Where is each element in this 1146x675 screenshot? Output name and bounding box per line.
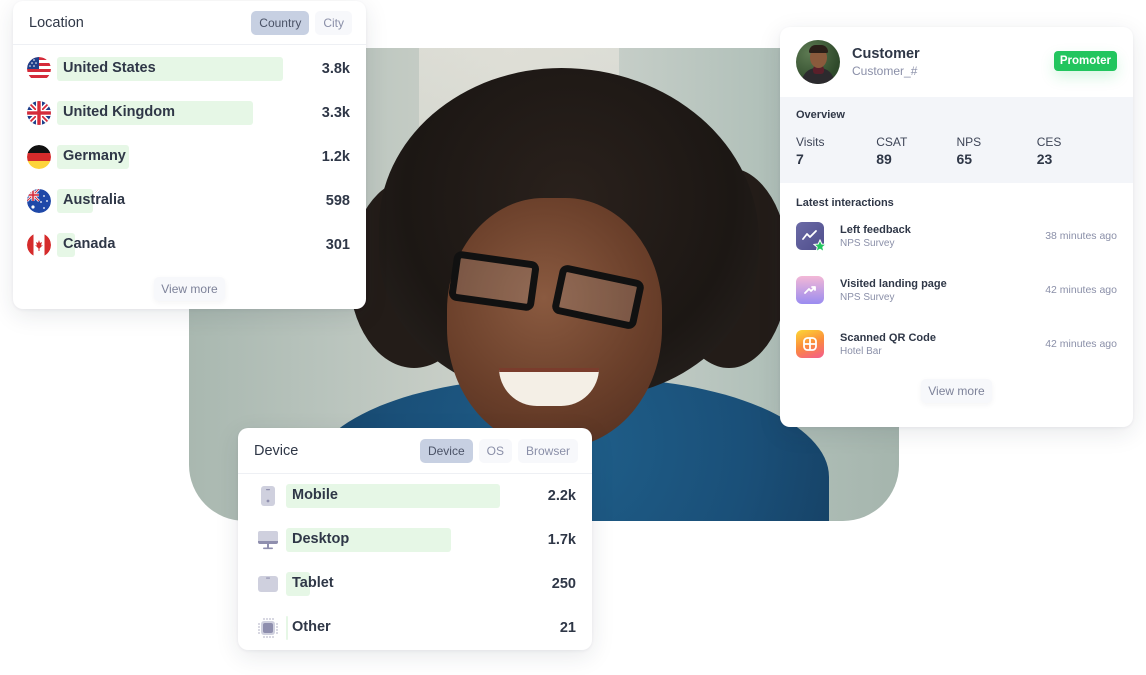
stat-visits: Visits 7 xyxy=(796,135,876,167)
device-count: 2.2k xyxy=(547,488,576,504)
device-row[interactable]: Tablet 250 xyxy=(256,562,576,606)
device-tabs: Device OS Browser xyxy=(419,438,578,463)
device-count: 21 xyxy=(559,620,576,636)
device-title: Device xyxy=(254,442,299,459)
interaction-subtitle: Hotel Bar xyxy=(840,345,882,357)
interaction-title: Scanned QR Code xyxy=(840,331,936,344)
customer-card: Customer Customer_# Promoter Overview Vi… xyxy=(780,27,1133,427)
qr-grid-icon xyxy=(796,330,824,358)
share-bar xyxy=(286,616,288,640)
overview-section: Overview Visits 7 CSAT 89 NPS 65 CES 23 xyxy=(780,97,1133,183)
interactions-view-more-button[interactable]: View more xyxy=(921,379,992,403)
country-count: 3.3k xyxy=(321,105,350,121)
promoter-badge: Promoter xyxy=(1053,51,1117,71)
location-list: United States 3.8k United Kingdom 3.3k G… xyxy=(13,45,366,267)
stat-value: 65 xyxy=(956,151,973,167)
device-name: Tablet xyxy=(292,575,334,591)
interaction-subtitle: NPS Survey xyxy=(840,237,895,249)
country-count: 1.2k xyxy=(321,149,350,165)
latest-interactions-title: Latest interactions xyxy=(796,197,894,209)
device-name: Mobile xyxy=(292,487,338,503)
stat-label: NPS xyxy=(956,135,982,149)
device-name: Other xyxy=(292,619,331,635)
device-card: Device Device OS Browser Mobile 2.2k Des… xyxy=(238,428,592,650)
stat-label: CSAT xyxy=(876,135,908,149)
feedback-chart-star-icon xyxy=(796,222,827,253)
tab-country[interactable]: Country xyxy=(251,10,310,35)
interaction-time: 42 minutes ago xyxy=(1045,284,1117,296)
uk-flag-icon xyxy=(27,101,51,125)
location-card-header: Location Country City xyxy=(13,1,366,45)
latest-interactions-section: Latest interactions Left feedback NPS Su… xyxy=(780,183,1133,371)
stat-nps: NPS 65 xyxy=(957,135,1037,167)
device-row[interactable]: Mobile 2.2k xyxy=(256,474,576,518)
interaction-time: 38 minutes ago xyxy=(1045,230,1117,242)
device-list: Mobile 2.2k Desktop 1.7k Tablet 250 Othe… xyxy=(238,474,592,650)
country-name: Australia xyxy=(63,192,126,208)
country-name: United Kingdom xyxy=(63,104,175,120)
desktop-icon xyxy=(256,528,280,552)
location-view-more-button[interactable]: View more xyxy=(154,277,225,301)
canada-flag-icon xyxy=(27,233,51,257)
stat-value: 23 xyxy=(1036,151,1053,167)
interaction-subtitle: NPS Survey xyxy=(840,291,895,303)
photo-glasses xyxy=(447,250,647,331)
location-tabs: Country City xyxy=(251,10,352,35)
location-row[interactable]: Canada 301 xyxy=(27,223,350,267)
country-count: 598 xyxy=(325,193,350,209)
country-count: 301 xyxy=(325,237,350,253)
interaction-time: 42 minutes ago xyxy=(1045,338,1117,350)
overview-stats: Visits 7 CSAT 89 NPS 65 CES 23 xyxy=(796,135,1117,167)
location-row[interactable]: Germany 1.2k xyxy=(27,135,350,179)
country-name: United States xyxy=(63,60,156,76)
stat-value: 7 xyxy=(796,151,804,167)
tab-device[interactable]: Device xyxy=(419,438,473,463)
trend-up-icon xyxy=(796,276,824,304)
tablet-icon xyxy=(256,572,280,596)
customer-id: Customer_# xyxy=(852,64,918,78)
germany-flag-icon xyxy=(27,145,51,169)
country-name: Germany xyxy=(63,148,126,164)
location-title: Location xyxy=(29,14,84,31)
location-row[interactable]: United States 3.8k xyxy=(27,47,350,91)
interaction-title: Left feedback xyxy=(840,223,911,236)
stat-ces: CES 23 xyxy=(1037,135,1117,167)
tab-city[interactable]: City xyxy=(315,10,352,35)
device-row[interactable]: Other 21 xyxy=(256,606,576,650)
location-row[interactable]: Australia 598 xyxy=(27,179,350,223)
avatar xyxy=(796,40,840,84)
customer-name: Customer xyxy=(852,46,920,62)
stat-label: CES xyxy=(1036,135,1062,149)
interaction-item[interactable]: Scanned QR Code Hotel Bar 42 minutes ago xyxy=(796,317,1117,371)
country-count: 3.8k xyxy=(321,61,350,77)
chip-icon xyxy=(256,616,280,640)
australia-flag-icon xyxy=(27,189,51,213)
device-card-header: Device Device OS Browser xyxy=(238,428,592,474)
device-count: 250 xyxy=(551,576,576,592)
device-name: Desktop xyxy=(292,531,350,547)
device-count: 1.7k xyxy=(547,532,576,548)
location-card: Location Country City United States 3.8k xyxy=(13,1,366,309)
customer-header: Customer Customer_# Promoter xyxy=(780,27,1133,97)
stat-label: Visits xyxy=(796,135,825,149)
interaction-title: Visited landing page xyxy=(840,277,947,290)
interaction-item[interactable]: Visited landing page NPS Survey 42 minut… xyxy=(796,263,1117,317)
interaction-item[interactable]: Left feedback NPS Survey 38 minutes ago xyxy=(796,209,1117,263)
tab-browser[interactable]: Browser xyxy=(517,438,578,463)
us-flag-icon xyxy=(27,57,51,81)
device-row[interactable]: Desktop 1.7k xyxy=(256,518,576,562)
overview-title: Overview xyxy=(796,109,845,121)
stat-value: 89 xyxy=(876,151,892,167)
tab-os[interactable]: OS xyxy=(478,438,512,463)
mobile-icon xyxy=(256,484,280,508)
stat-csat: CSAT 89 xyxy=(876,135,956,167)
location-row[interactable]: United Kingdom 3.3k xyxy=(27,91,350,135)
country-name: Canada xyxy=(63,236,116,252)
